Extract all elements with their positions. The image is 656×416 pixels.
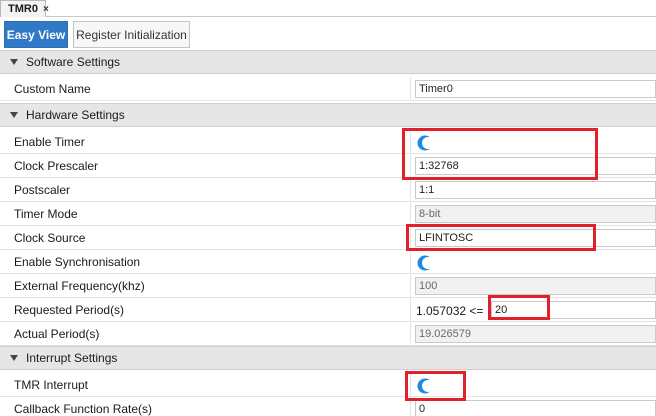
row-tmr-interrupt: TMR Interrupt	[0, 373, 656, 397]
requested-period-input[interactable]: 20	[491, 301, 656, 319]
row-enable-timer: Enable Timer	[0, 130, 656, 154]
column-divider	[410, 202, 411, 226]
postscaler-select[interactable]: 1:1	[415, 181, 656, 199]
section-hardware-settings[interactable]: Hardware Settings	[0, 103, 656, 127]
period-min-label: 1.057032 <=	[416, 304, 484, 318]
column-divider	[410, 77, 411, 101]
row-label: External Frequency(khz)	[14, 279, 145, 293]
column-divider	[410, 130, 411, 154]
section-label: Software Settings	[26, 55, 121, 69]
row-clock-prescaler: Clock Prescaler 1:32768	[0, 154, 656, 178]
row-requested-period: Requested Period(s) 1.057032 <= 20	[0, 298, 656, 322]
column-divider	[410, 397, 411, 416]
collapse-triangle-icon[interactable]	[10, 112, 18, 118]
row-custom-name: Custom Name Timer0	[0, 77, 656, 101]
row-label: Requested Period(s)	[14, 303, 125, 317]
custom-name-input[interactable]: Timer0	[415, 80, 656, 98]
row-label: Clock Source	[14, 231, 86, 245]
section-label: Hardware Settings	[26, 108, 125, 122]
row-label: Clock Prescaler	[14, 159, 99, 173]
row-actual-period: Actual Period(s) 19.026579	[0, 322, 656, 346]
column-divider	[410, 226, 411, 250]
section-interrupt-settings[interactable]: Interrupt Settings	[0, 346, 656, 370]
row-postscaler: Postscaler 1:1	[0, 178, 656, 202]
row-label: Custom Name	[14, 82, 91, 96]
section-label: Interrupt Settings	[26, 351, 118, 365]
section-software-settings[interactable]: Software Settings	[0, 50, 656, 74]
collapse-triangle-icon[interactable]	[10, 355, 18, 361]
toggle-switch-icon[interactable]	[417, 135, 433, 151]
callback-rate-input[interactable]: 0	[415, 400, 656, 416]
clock-source-select[interactable]: LFINTOSC	[415, 229, 656, 247]
row-external-frequency: External Frequency(khz) 100	[0, 274, 656, 298]
clock-prescaler-select[interactable]: 1:32768	[415, 157, 656, 175]
column-divider	[410, 154, 411, 178]
row-timer-mode: Timer Mode 8-bit	[0, 202, 656, 226]
collapse-triangle-icon[interactable]	[10, 59, 18, 65]
column-divider	[410, 274, 411, 298]
column-divider	[410, 373, 411, 397]
external-frequency-input: 100	[415, 277, 656, 295]
column-divider	[410, 322, 411, 346]
document-tabbar: TMR0 ×	[0, 0, 656, 17]
row-callback-function-rate: Callback Function Rate(s) 0	[0, 397, 656, 416]
tab-tmr0-label: TMR0	[8, 3, 38, 15]
close-icon[interactable]: ×	[43, 4, 49, 15]
tab-easy-view[interactable]: Easy View	[4, 21, 68, 48]
row-label: Actual Period(s)	[14, 327, 100, 341]
row-label: TMR Interrupt	[14, 378, 89, 392]
row-label: Postscaler	[14, 183, 71, 197]
actual-period-output: 19.026579	[415, 325, 656, 343]
row-label: Callback Function Rate(s)	[14, 402, 153, 416]
timer-mode-select: 8-bit	[415, 205, 656, 223]
row-label: Enable Timer	[14, 135, 85, 149]
column-divider	[410, 250, 411, 274]
row-label: Timer Mode	[14, 207, 78, 221]
toggle-switch-icon[interactable]	[417, 255, 433, 271]
row-clock-source: Clock Source LFINTOSC	[0, 226, 656, 250]
toggle-switch-icon[interactable]	[417, 378, 433, 394]
row-enable-synchronisation: Enable Synchronisation	[0, 250, 656, 274]
row-label: Enable Synchronisation	[14, 255, 141, 269]
tab-register-initialization[interactable]: Register Initialization	[73, 21, 190, 48]
column-divider	[410, 298, 411, 322]
tab-tmr0[interactable]: TMR0 ×	[0, 0, 49, 17]
view-tabs: Easy View Register Initialization	[0, 17, 656, 48]
column-divider	[410, 178, 411, 202]
